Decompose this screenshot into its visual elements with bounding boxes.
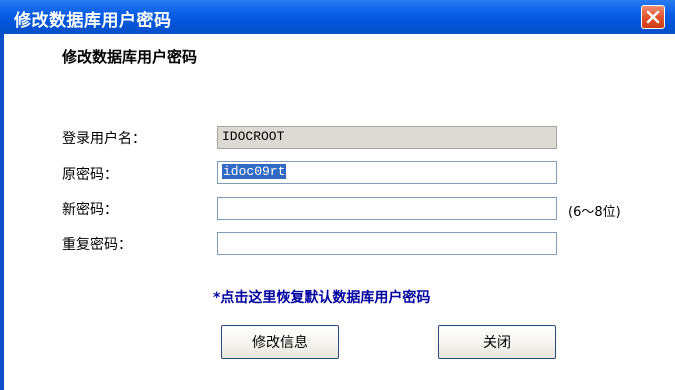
repeat-password-field[interactable]: [217, 232, 557, 255]
old-password-field[interactable]: idoc09rt: [217, 161, 557, 184]
title-bar: 修改数据库用户密码: [0, 0, 675, 34]
form-heading: 修改数据库用户密码: [62, 48, 198, 66]
old-password-label: 原密码：: [62, 167, 118, 183]
close-icon: [646, 10, 660, 24]
new-password-hint: (6～8位): [568, 205, 621, 220]
window-title: 修改数据库用户密码: [14, 11, 172, 31]
login-user-label: 登录用户名：: [62, 131, 146, 147]
modify-info-button[interactable]: 修改信息: [221, 325, 339, 359]
new-password-field[interactable]: [217, 197, 557, 220]
repeat-password-label: 重复密码：: [62, 237, 132, 253]
close-button[interactable]: [641, 5, 665, 29]
old-password-selected-text: idoc09rt: [222, 164, 287, 179]
restore-default-password-link[interactable]: *点击这里恢复默认数据库用户密码: [213, 287, 430, 307]
login-user-field: IDOCROOT: [217, 126, 557, 149]
close-dialog-button[interactable]: 关闭: [438, 325, 556, 359]
new-password-label: 新密码：: [62, 202, 118, 218]
